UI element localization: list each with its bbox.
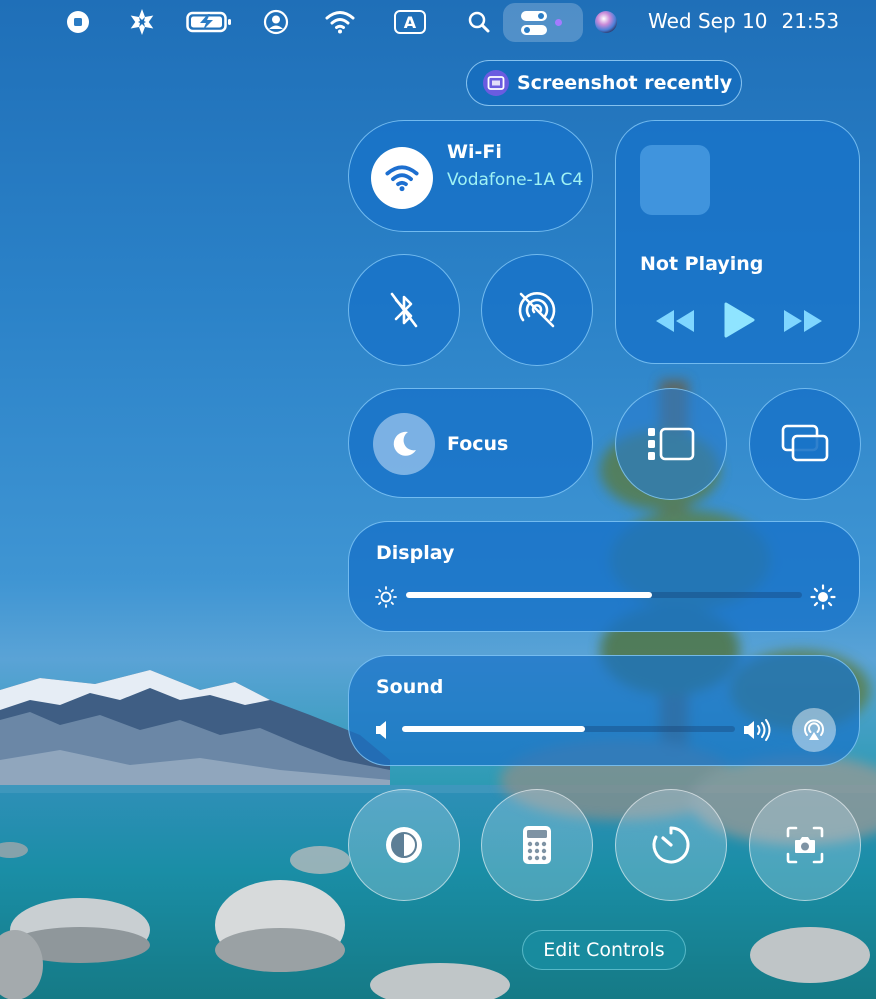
play-icon[interactable] (722, 301, 756, 339)
focus-toggle[interactable] (373, 413, 435, 475)
siri-icon[interactable] (592, 8, 620, 36)
screenshot-tile[interactable] (749, 789, 861, 901)
bluetooth-off-icon (390, 292, 418, 328)
sound-tile: Sound (348, 655, 860, 766)
brightness-high-icon (810, 584, 836, 610)
sound-title: Sound (376, 676, 444, 698)
user-icon[interactable] (262, 8, 290, 36)
brightness-slider[interactable] (406, 592, 802, 598)
display-title: Display (376, 542, 455, 564)
calculator-icon (523, 826, 551, 864)
airplay-audio-icon (804, 719, 824, 740)
rewind-icon[interactable] (654, 307, 696, 335)
volume-high-icon (744, 719, 771, 741)
notification-text: Screenshot recently (517, 72, 733, 94)
volume-slider[interactable] (402, 726, 735, 732)
wifi-icon (385, 165, 419, 192)
now-playing-title: Not Playing (640, 253, 764, 275)
calculator-tile[interactable] (481, 789, 593, 901)
moon-icon (393, 431, 416, 456)
snowflake-icon[interactable] (126, 8, 158, 36)
focus-label: Focus (447, 433, 509, 455)
brightness-low-icon (375, 586, 397, 608)
volume-slider-fill (402, 726, 586, 732)
input-source-icon[interactable]: A (392, 8, 428, 36)
dark-mode-tile[interactable] (348, 789, 460, 901)
battery-icon[interactable] (186, 8, 232, 36)
menu-bar: A Wed Sep 10 21:53 (0, 0, 876, 44)
dark-mode-icon (386, 827, 422, 863)
focus-tile[interactable]: Focus (348, 388, 593, 498)
display-tile: Display (348, 521, 860, 632)
edit-controls-button[interactable]: Edit Controls (522, 930, 686, 970)
wifi-network-name: Vodafone-1A C4 (447, 170, 584, 190)
album-artwork (640, 145, 710, 215)
timer-tile[interactable] (615, 789, 727, 901)
airplay-audio-button[interactable] (792, 708, 836, 752)
screenshot-notification[interactable]: Screenshot recently (466, 60, 742, 106)
airdrop-tile[interactable] (481, 254, 593, 366)
fast-forward-icon[interactable] (782, 307, 824, 335)
timer-icon (652, 826, 690, 864)
control-center-button[interactable] (503, 3, 583, 42)
stage-manager-icon (648, 427, 695, 461)
wifi-tile[interactable]: Wi-Fi Vodafone-1A C4 (348, 120, 593, 232)
wifi-toggle[interactable] (371, 147, 433, 209)
search-icon[interactable] (466, 8, 492, 36)
wifi-icon[interactable] (323, 8, 357, 36)
input-source-label: A (394, 10, 426, 34)
airdrop-off-icon (518, 292, 556, 328)
brightness-slider-fill (406, 592, 652, 598)
volume-low-icon (376, 721, 386, 739)
screen-mirroring-tile[interactable] (749, 388, 861, 500)
screenshot-icon (483, 70, 509, 96)
media-controls (654, 301, 826, 341)
menu-bar-date: Wed Sep 10 (648, 9, 768, 33)
menu-bar-clock[interactable]: Wed Sep 10 21:53 (648, 9, 839, 33)
menu-bar-time: 21:53 (781, 9, 840, 33)
wifi-title: Wi-Fi (447, 141, 502, 163)
control-center-icon (521, 11, 547, 35)
recording-indicator-dot (555, 19, 562, 26)
now-playing-tile[interactable]: Not Playing (615, 120, 860, 364)
stage-manager-tile[interactable] (615, 388, 727, 500)
bluetooth-tile[interactable] (348, 254, 460, 366)
screenshot-camera-icon (786, 826, 824, 864)
screen-mirroring-icon (781, 424, 829, 462)
stop-icon[interactable] (64, 8, 92, 36)
